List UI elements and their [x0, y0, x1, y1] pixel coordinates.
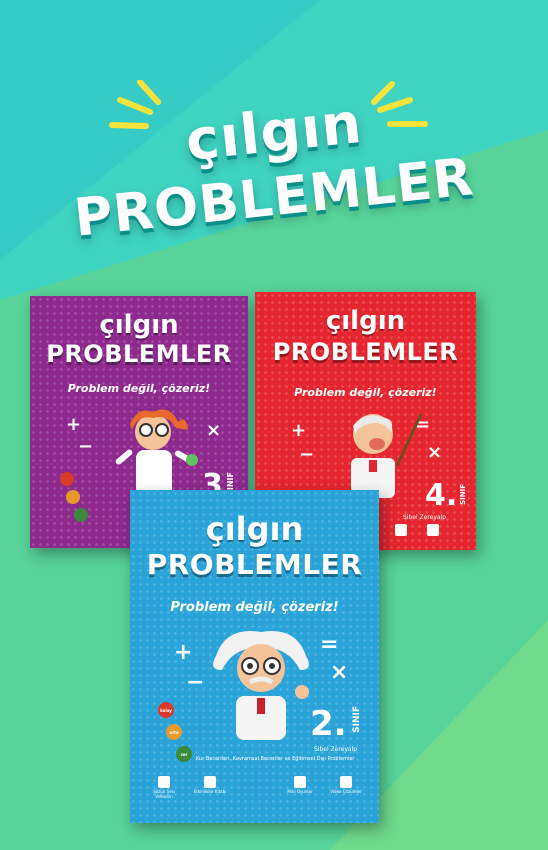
level-chip-easy: kolay: [158, 702, 174, 718]
plus-sign: +: [174, 640, 193, 665]
footer-item-videos: Sözün Sesi Videoları: [144, 776, 184, 799]
book-slogan: Problem değil, çözeriz!: [67, 382, 211, 395]
footer-item-games: Mini Oyunlar: [280, 776, 320, 794]
book-title-line2: PROBLEMLER: [146, 548, 363, 581]
minus-sign: −: [186, 670, 205, 695]
level-chip-easy: [60, 472, 74, 486]
book-grade-number: 4.: [425, 478, 458, 513]
minus-sign: −: [78, 436, 94, 457]
scientist-illustration: [115, 409, 198, 496]
book-cover-grade2[interactable]: çılgın PROBLEMLER Problem değil, çözeriz…: [130, 490, 379, 823]
footer-item-activities: Etkinlikler Kitabı: [190, 776, 230, 794]
level-chip-hard: zor: [176, 746, 192, 762]
times-sign: ×: [427, 442, 443, 463]
game-icon: [294, 776, 306, 788]
book-title-line1: çılgın: [99, 310, 179, 340]
book-title-line2: PROBLEMLER: [46, 340, 232, 368]
plus-sign: +: [66, 414, 82, 435]
play-icon: [340, 776, 352, 788]
level-chip-medium: orta: [166, 724, 182, 740]
book-title-line1: çılgın: [325, 306, 406, 336]
footer-item-video-solutions: Video Çözümler: [326, 776, 366, 794]
book-grade-suffix: SINIF: [352, 706, 362, 733]
game-icon: [427, 524, 439, 537]
book-slogan: Problem değil, çözeriz!: [294, 386, 437, 399]
plus-sign: +: [291, 420, 307, 441]
main-headline: çılgın PROBLEMLER: [0, 80, 548, 270]
book-slogan: Problem değil, çözeriz!: [170, 600, 339, 615]
minus-sign: −: [299, 444, 315, 465]
book-author: Sibel Zereyalp: [314, 746, 358, 753]
times-sign: ×: [330, 660, 349, 685]
book-subtitle: Kur Becerileri, Kavramsal Beceriler ve E…: [196, 756, 355, 762]
times-sign: ×: [206, 420, 222, 441]
book-title-line2: PROBLEMLER: [272, 338, 459, 366]
book-author: Sibel Zereyalp: [403, 514, 447, 521]
level-chip-hard: [74, 508, 88, 522]
einstein-illustration: [213, 631, 309, 740]
teacher-illustration: [351, 413, 423, 498]
video-icon: [395, 524, 407, 537]
book-grade-suffix: SINIF: [459, 484, 467, 505]
book-grade-number: 2.: [310, 704, 347, 744]
book-icon: [204, 776, 216, 788]
book-title-line1: çılgın: [205, 510, 304, 548]
video-icon: [158, 776, 170, 788]
equals-sign: =: [320, 632, 339, 657]
level-chip-medium: [66, 490, 80, 504]
